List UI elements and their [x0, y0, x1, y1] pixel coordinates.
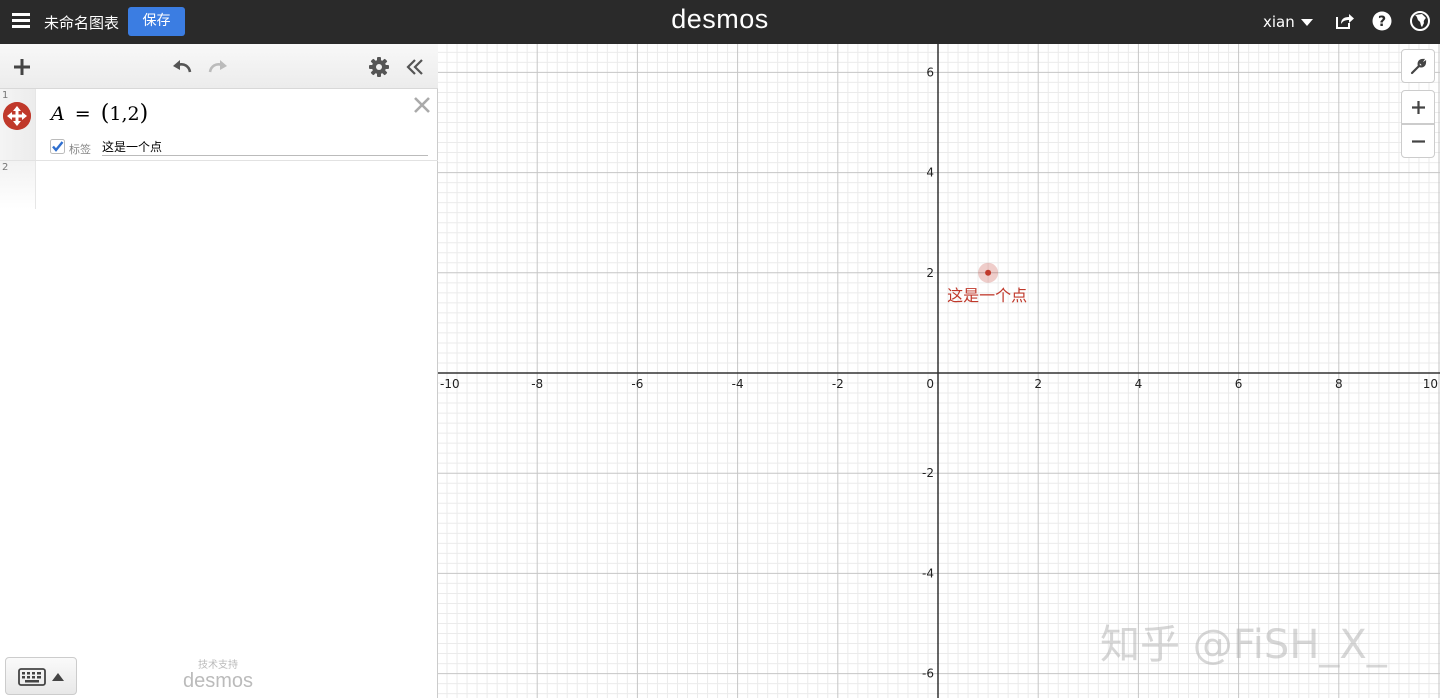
x-tick-label: -4 [732, 377, 744, 391]
language-globe-icon[interactable] [1409, 10, 1431, 32]
x-tick-label: -2 [832, 377, 844, 391]
zoom-out-button[interactable] [1401, 124, 1435, 158]
y-tick-label: -2 [922, 466, 934, 480]
chevron-down-icon [1300, 19, 1313, 26]
expression-tab: 1 [0, 89, 36, 160]
label-checkbox[interactable] [50, 139, 65, 154]
y-tick-label: -6 [922, 667, 934, 681]
label-checkbox-text: 标签 [69, 143, 91, 156]
svg-text:?: ? [1378, 14, 1386, 30]
point-label: 这是一个点 [947, 286, 1027, 305]
user-name: xian [1263, 13, 1295, 31]
save-button[interactable]: 保存 [128, 7, 185, 36]
zoom-in-icon [1412, 101, 1425, 114]
expression-tab: 2 [0, 161, 36, 209]
help-icon[interactable]: ? [1371, 10, 1393, 32]
expression-row[interactable]: 2 [0, 161, 438, 209]
collapse-icon[interactable] [403, 55, 427, 79]
redo-icon[interactable] [206, 55, 230, 79]
user-menu[interactable]: xian [1263, 13, 1313, 31]
zoom-out-icon [1412, 140, 1425, 143]
hamburger-icon[interactable] [8, 8, 34, 34]
expression-math[interactable]: A = (1,2) [51, 101, 148, 126]
zoom-in-button[interactable] [1401, 90, 1435, 124]
y-tick-label: 2 [926, 266, 934, 280]
desmos-logo: desmos [671, 4, 769, 34]
undo-icon[interactable] [170, 55, 194, 79]
expression-number: 1 [2, 90, 9, 101]
x-tick-label: 8 [1335, 377, 1343, 391]
close-paren: ) [139, 101, 149, 126]
graph-settings-button[interactable] [1401, 49, 1435, 83]
x-tick-label: 6 [1235, 377, 1243, 391]
minor-gridlines [438, 44, 1440, 698]
x-tick-label: 0 [926, 377, 934, 391]
expression-list: 1 A = (1,2) 标签 2 [0, 44, 438, 698]
close-icon[interactable] [412, 95, 432, 115]
graph-paper[interactable]: -10 -8 -6 -4 -2 0 2 4 6 8 10 6 4 2 -2 -4 -6 这是一个点 [438, 44, 1440, 698]
x-tick-label: 10 [1423, 377, 1438, 391]
point-marker [985, 269, 992, 276]
x-tick-label: -8 [531, 377, 543, 391]
label-input[interactable] [102, 138, 428, 156]
keyboard-toggle-button[interactable] [5, 657, 77, 695]
y-tick-label: 4 [926, 166, 934, 180]
top-bar: 未命名图表 保存 desmos xian ? [0, 0, 1440, 44]
expression-row[interactable]: 1 A = (1,2) 标签 [0, 89, 438, 161]
plotted-points: 这是一个点 [947, 262, 1027, 305]
chevron-up-icon [52, 673, 64, 681]
powered-by-logo: desmos [182, 670, 254, 692]
point-y: 2 [127, 103, 140, 125]
keyboard-icon [18, 668, 46, 686]
point-x: 1 [109, 103, 122, 125]
move-point-icon[interactable] [3, 102, 31, 130]
wrench-icon [1410, 58, 1427, 75]
expression-number: 2 [2, 162, 9, 173]
powered-by-text: 技术支持 [198, 660, 238, 671]
y-tick-label: -4 [922, 566, 934, 580]
equals-sign: = [74, 103, 91, 125]
x-tick-label: -6 [631, 377, 643, 391]
graph-title[interactable]: 未命名图表 [44, 12, 119, 33]
share-icon[interactable] [1333, 10, 1355, 32]
x-tick-label: 4 [1135, 377, 1143, 391]
y-tick-label: 6 [926, 65, 934, 79]
expression-toolbar [0, 44, 438, 89]
add-icon[interactable] [10, 55, 34, 79]
powered-by-desmos[interactable]: 技术支持 desmos [178, 656, 258, 691]
x-tick-label: -10 [440, 377, 460, 391]
point-variable: A [51, 103, 65, 125]
x-tick-label: 2 [1034, 377, 1042, 391]
gear-icon[interactable] [367, 55, 391, 79]
